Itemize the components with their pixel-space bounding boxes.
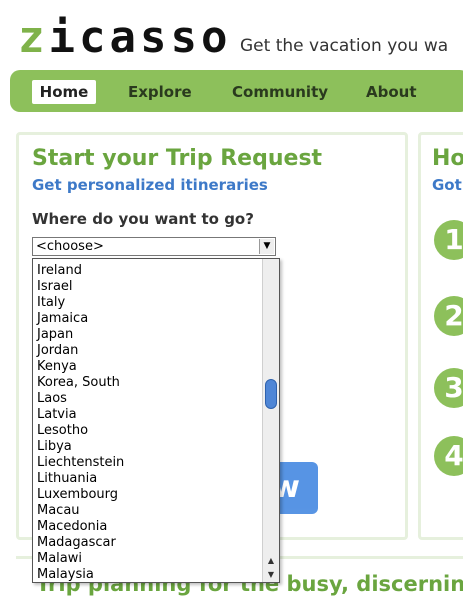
dropdown-option[interactable]: Laos (33, 391, 263, 407)
dropdown-option[interactable]: Korea, South (33, 375, 263, 391)
dropdown-option[interactable]: Macau (33, 503, 263, 519)
destination-option-list: Ireland Israel Italy Jamaica Japan Jordan Keny… (33, 263, 263, 582)
tagline: Get the vacation you wa (240, 36, 449, 56)
dropdown-option[interactable]: Israel (33, 279, 263, 295)
dropdown-scrollbar[interactable]: ▲ ▼ (262, 259, 279, 582)
how-it-works-title: Ho (432, 146, 463, 171)
chevron-down-icon[interactable]: ▼ (259, 239, 274, 254)
dropdown-option[interactable]: Libya (33, 439, 263, 455)
nav-explore[interactable]: Explore (128, 80, 192, 104)
nav-about[interactable]: About (366, 80, 417, 104)
arrow-down-icon[interactable]: ▼ (263, 568, 279, 582)
nav-home[interactable]: Home (32, 80, 96, 104)
how-it-works-subtitle[interactable]: Got (432, 176, 462, 194)
dropdown-option[interactable]: Jordan (33, 343, 263, 359)
nav-community[interactable]: Community (232, 80, 328, 104)
destination-select[interactable]: <choose> ▼ (32, 237, 276, 256)
zicasso-logo[interactable]: zicasso (18, 10, 231, 66)
arrow-up-icon[interactable]: ▲ (263, 554, 279, 568)
destination-dropdown[interactable]: Ireland Israel Italy Jamaica Japan Jordan Keny… (32, 258, 280, 583)
main-nav: Home Explore Community About (10, 70, 463, 112)
logo-wordmark: icasso (48, 12, 232, 63)
dropdown-option[interactable]: Italy (33, 295, 263, 311)
destination-select-value: <choose> (36, 239, 104, 254)
destination-question: Where do you want to go? (32, 210, 254, 228)
logo-letter-z: z (18, 12, 49, 63)
trip-request-title: Start your Trip Request (32, 146, 323, 171)
dropdown-option[interactable]: Liechtenstein (33, 455, 263, 471)
dropdown-option[interactable]: Jamaica (33, 311, 263, 327)
dropdown-option[interactable]: Malaysia (33, 567, 263, 582)
dropdown-option[interactable]: Ireland (33, 263, 263, 279)
scrollbar-thumb[interactable] (265, 379, 277, 409)
dropdown-option[interactable]: Kenya (33, 359, 263, 375)
trip-request-subtitle[interactable]: Get personalized itineraries (32, 176, 268, 194)
dropdown-option[interactable]: Lesotho (33, 423, 263, 439)
dropdown-option[interactable]: Luxembourg (33, 487, 263, 503)
dropdown-option[interactable]: Lithuania (33, 471, 263, 487)
dropdown-option[interactable]: Madagascar (33, 535, 263, 551)
dropdown-option[interactable]: Latvia (33, 407, 263, 423)
dropdown-option[interactable]: Japan (33, 327, 263, 343)
dropdown-option[interactable]: Macedonia (33, 519, 263, 535)
dropdown-option[interactable]: Malawi (33, 551, 263, 567)
